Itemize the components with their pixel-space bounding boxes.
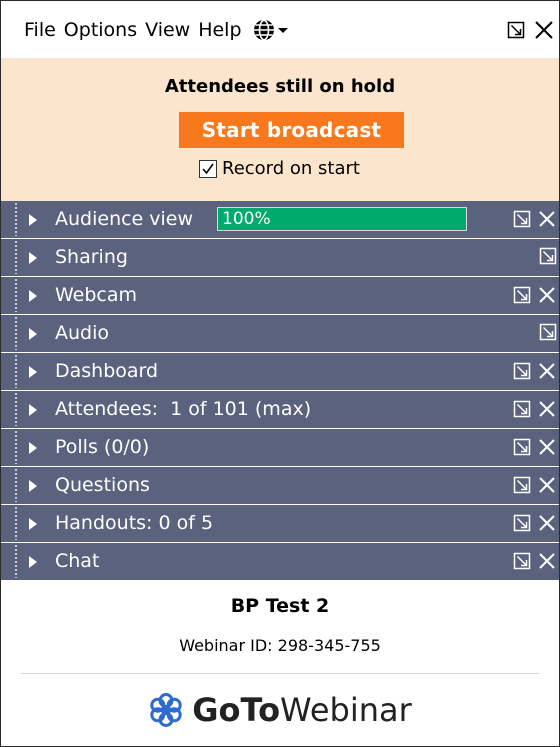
- panel-label: Audio: [55, 322, 110, 344]
- panel-label: Audience view: [55, 208, 194, 230]
- panel-attendees[interactable]: Attendees: 1 of 101 (max): [1, 391, 559, 428]
- broadcast-status: Attendees still on hold: [164, 76, 396, 97]
- checkmark-icon: [202, 163, 214, 174]
- expand-triangle-icon[interactable]: [29, 404, 37, 416]
- close-icon[interactable]: [537, 551, 557, 571]
- close-icon[interactable]: [537, 209, 557, 229]
- panel-label: Handouts: 0 of 5: [55, 512, 214, 534]
- expand-triangle-icon[interactable]: [29, 290, 37, 302]
- divider: [21, 673, 539, 674]
- popout-icon[interactable]: [539, 323, 557, 341]
- close-icon[interactable]: [537, 399, 557, 419]
- close-icon[interactable]: [537, 475, 557, 495]
- logo-goto: GoTo: [192, 691, 281, 729]
- menu-bar: File Options View Help: [1, 1, 559, 58]
- panel-audience-view[interactable]: Audience view 100%: [1, 201, 559, 238]
- menu-options[interactable]: Options: [64, 19, 137, 41]
- menu-help[interactable]: Help: [198, 19, 241, 41]
- panel-chat[interactable]: Chat: [1, 543, 559, 580]
- gotowebinar-control-panel: File Options View Help Attendees still o…: [0, 0, 560, 747]
- gotowebinar-flower-icon: [150, 693, 182, 727]
- menu-view[interactable]: View: [145, 19, 190, 41]
- panel-questions[interactable]: Questions: [1, 467, 559, 504]
- expand-triangle-icon[interactable]: [29, 328, 37, 340]
- record-label: Record on start: [222, 158, 360, 179]
- panel-label: Dashboard: [55, 360, 159, 382]
- popout-icon[interactable]: [513, 400, 531, 418]
- panel-label: Questions: [55, 474, 150, 496]
- popout-icon[interactable]: [513, 476, 531, 494]
- popout-icon[interactable]: [513, 286, 531, 304]
- expand-triangle-icon[interactable]: [29, 518, 37, 530]
- webinar-id: Webinar ID: 298-345-755: [179, 636, 381, 655]
- record-checkbox[interactable]: [199, 159, 217, 178]
- panel-dashboard[interactable]: Dashboard: [1, 353, 559, 390]
- expand-triangle-icon[interactable]: [29, 214, 37, 226]
- expand-triangle-icon[interactable]: [29, 252, 37, 264]
- panel-label: Attendees: 1 of 101 (max): [55, 398, 312, 420]
- expand-triangle-icon[interactable]: [29, 556, 37, 568]
- webinar-info: BP Test 2 Webinar ID: 298-345-755 GoToWe…: [1, 581, 559, 746]
- globe-icon: [253, 19, 274, 40]
- chevron-down-icon: [277, 27, 288, 33]
- close-icon[interactable]: [533, 19, 555, 41]
- webinar-title: BP Test 2: [230, 595, 330, 617]
- popout-icon[interactable]: [513, 362, 531, 380]
- start-broadcast-button[interactable]: Start broadcast: [179, 112, 404, 148]
- close-icon[interactable]: [537, 513, 557, 533]
- panel-polls[interactable]: Polls (0/0): [1, 429, 559, 466]
- panel-audio[interactable]: Audio: [1, 315, 559, 352]
- popout-icon[interactable]: [513, 438, 531, 456]
- gotowebinar-logo: GoToWebinar: [1, 691, 559, 729]
- expand-triangle-icon[interactable]: [29, 366, 37, 378]
- expand-triangle-icon[interactable]: [29, 442, 37, 454]
- popout-icon[interactable]: [513, 514, 531, 532]
- panel-label: Chat: [55, 550, 100, 572]
- popout-icon[interactable]: [539, 247, 557, 265]
- panel-label: Polls (0/0): [55, 436, 150, 458]
- panel-label: Webcam: [55, 284, 138, 306]
- panel-webcam[interactable]: Webcam: [1, 277, 559, 314]
- panel-handouts[interactable]: Handouts: 0 of 5: [1, 505, 559, 542]
- panel-list: Audience view 100% Sharing Webcam Audio …: [1, 201, 559, 581]
- record-on-start[interactable]: Record on start: [199, 158, 360, 179]
- audience-view-progress: 100%: [217, 207, 467, 231]
- menu-file[interactable]: File: [24, 19, 56, 41]
- language-menu[interactable]: [252, 18, 288, 42]
- close-icon[interactable]: [537, 361, 557, 381]
- close-icon[interactable]: [537, 437, 557, 457]
- popout-icon[interactable]: [513, 210, 531, 228]
- close-icon[interactable]: [537, 285, 557, 305]
- popout-icon[interactable]: [513, 552, 531, 570]
- broadcast-panel: Attendees still on hold Start broadcast …: [1, 58, 559, 201]
- window-controls: [507, 19, 555, 41]
- panel-label: Sharing: [55, 246, 128, 268]
- expand-triangle-icon[interactable]: [29, 480, 37, 492]
- logo-webinar: Webinar: [280, 691, 412, 729]
- popout-icon[interactable]: [507, 21, 525, 39]
- panel-sharing[interactable]: Sharing: [1, 239, 559, 276]
